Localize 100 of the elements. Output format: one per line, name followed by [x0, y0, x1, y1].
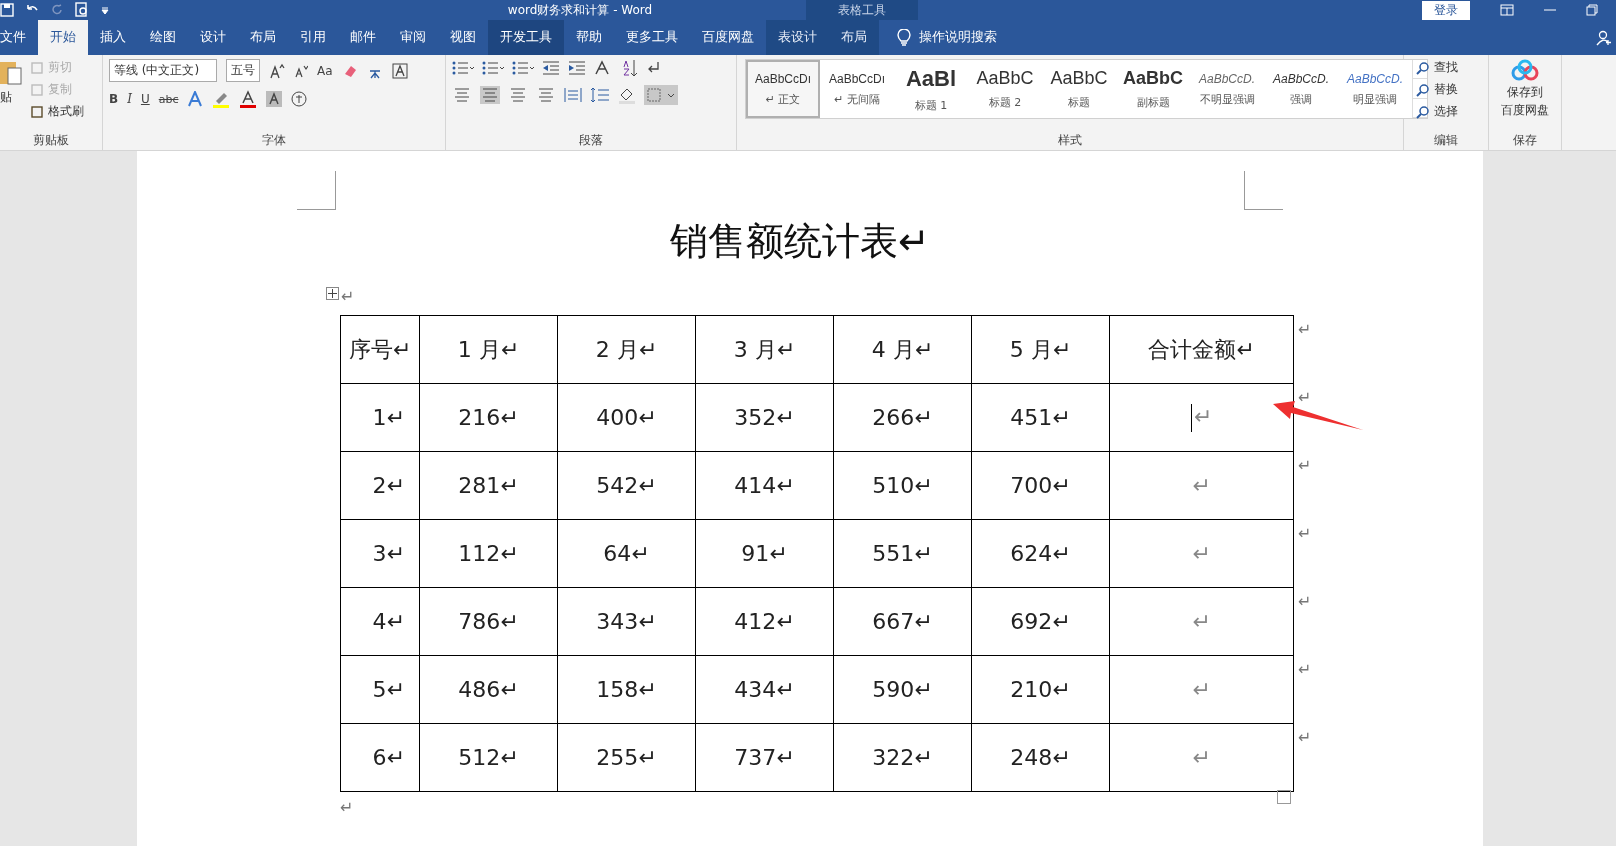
- char-shading-icon[interactable]: [266, 91, 283, 107]
- restore-icon[interactable]: [1586, 4, 1598, 16]
- ribbon-tab[interactable]: 表设计: [766, 20, 829, 55]
- list-icon[interactable]: [482, 60, 504, 76]
- editing-button[interactable]: 替换: [1434, 81, 1458, 98]
- table-cell: 112↵: [419, 519, 558, 588]
- editing-button[interactable]: 选择: [1434, 103, 1458, 120]
- font-color-icon[interactable]: [239, 90, 258, 108]
- paste-button[interactable]: 贴: [0, 89, 12, 106]
- table-cell: 667↵: [833, 587, 972, 656]
- table-cell: 451↵: [971, 383, 1110, 452]
- table-cell: 352↵: [695, 383, 834, 452]
- highlighter-icon[interactable]: [212, 90, 231, 108]
- format-button[interactable]: B: [109, 92, 119, 106]
- save-to-cloud-label[interactable]: 百度网盘: [1501, 102, 1549, 119]
- ribbon-tab[interactable]: 布局: [829, 20, 879, 55]
- grow-font-icon[interactable]: [269, 62, 285, 79]
- lightbulb-icon[interactable]: [897, 28, 911, 47]
- table-cell: 64↵: [557, 519, 696, 588]
- sort-icon[interactable]: [622, 59, 638, 77]
- char-border-icon[interactable]: [391, 62, 408, 79]
- table-cell: ↵: [1109, 587, 1294, 656]
- editing-button[interactable]: 查找: [1434, 59, 1458, 76]
- style-preview: AaBbCcDı: [829, 71, 885, 86]
- table-resize-handle[interactable]: [1277, 790, 1291, 804]
- style-item[interactable]: AaBl 标题 1: [894, 60, 968, 118]
- format-button[interactable]: abc: [158, 92, 179, 106]
- style-item[interactable]: AaBbCcDı ↵ 无间隔: [820, 60, 894, 118]
- style-item[interactable]: AaBbC 副标题: [1116, 60, 1190, 118]
- style-preview: AaBbCcD.: [1273, 71, 1329, 86]
- row-end-mark: ↵: [1298, 591, 1312, 611]
- style-item[interactable]: AaBbC 标题 2: [968, 60, 1042, 118]
- list-icon[interactable]: [512, 60, 534, 76]
- table-cell: 2↵: [340, 451, 420, 520]
- format-button[interactable]: U: [140, 92, 150, 106]
- style-preview: AaBbCcD.: [1347, 71, 1403, 86]
- clipboard-action-icon: [30, 82, 44, 97]
- clipboard-action-icon: [30, 104, 44, 119]
- table-cell: 692↵: [971, 587, 1110, 656]
- table-cell: 281↵: [419, 451, 558, 520]
- customize-icon[interactable]: [100, 5, 110, 15]
- row-end-mark: ↵: [1298, 727, 1312, 747]
- print-preview-icon[interactable]: [74, 2, 90, 18]
- table-move-handle-icon[interactable]: [326, 287, 339, 300]
- clipboard-action[interactable]: 格式刷: [48, 103, 84, 120]
- table-cell: 255↵: [557, 723, 696, 792]
- share-icon[interactable]: [1596, 29, 1612, 46]
- save-icon[interactable]: [0, 3, 14, 17]
- decrease-indent-icon[interactable]: [542, 61, 560, 75]
- cloud-icon[interactable]: [1510, 59, 1540, 83]
- change-case-button[interactable]: Aa: [317, 63, 333, 78]
- gallery-scrollbar[interactable]: [1412, 60, 1427, 118]
- format-button[interactable]: I: [127, 92, 132, 106]
- style-item[interactable]: AaBbCcD. 明显强调: [1338, 60, 1412, 118]
- header-cell: 1 月↵: [419, 315, 558, 384]
- group-label: 剪贴板: [33, 133, 69, 147]
- tell-me-search[interactable]: 操作说明搜索: [919, 29, 997, 46]
- context-label: 表格工具: [838, 1, 886, 19]
- style-name: 标题 1: [914, 97, 948, 113]
- shading-icon[interactable]: [618, 86, 636, 104]
- header-cell: 2 月↵: [557, 315, 696, 384]
- row-end-mark: ↵: [1298, 523, 1312, 543]
- style-name: 明显强调: [1353, 91, 1397, 107]
- style-name: 不明显强调: [1199, 91, 1255, 107]
- style-item[interactable]: AaBbCcDı ↵ 正文: [746, 60, 820, 118]
- login-button[interactable]: 登录: [1422, 0, 1470, 20]
- save-to-cloud-label[interactable]: 保存到: [1507, 84, 1543, 101]
- style-preview: AaBbC: [1050, 68, 1108, 89]
- group-label: 字体: [262, 133, 286, 147]
- group-label: 段落: [579, 133, 603, 147]
- table-cell: 216↵: [419, 383, 558, 452]
- style-name: ↵ 无间隔: [834, 91, 880, 107]
- table-cell: 590↵: [833, 655, 972, 724]
- list-icon[interactable]: [452, 60, 474, 76]
- paragraph-mark: ↵: [341, 287, 355, 306]
- line-spacing-icon[interactable]: [590, 87, 610, 103]
- table-cell: 786↵: [419, 587, 558, 656]
- style-preview: AaBbC: [976, 68, 1034, 89]
- increase-indent-icon[interactable]: [568, 61, 586, 75]
- style-name: 副标题: [1136, 95, 1170, 110]
- font-name-field[interactable]: 等线 (中文正文): [109, 59, 217, 82]
- text-effects-icon[interactable]: [187, 91, 204, 107]
- header-cell: 3 月↵: [695, 315, 834, 384]
- table-cell: 1↵: [340, 383, 420, 452]
- ribbon-tab[interactable]: 开发工具: [488, 20, 564, 55]
- style-name: 强调: [1290, 91, 1312, 107]
- paragraph-mark: ↵: [340, 798, 354, 817]
- table-cell: 4↵: [340, 587, 420, 656]
- style-item[interactable]: AaBbCcD. 不明显强调: [1190, 60, 1264, 118]
- style-item[interactable]: AaBbCcD. 强调: [1264, 60, 1338, 118]
- ribbon-tab[interactable]: 开始: [38, 20, 88, 55]
- ribbon-display-icon[interactable]: [1500, 4, 1514, 16]
- group-label: 样式: [1058, 133, 1082, 147]
- enclose-char-icon[interactable]: [291, 91, 308, 107]
- row-end-mark: ↵: [1298, 387, 1312, 407]
- style-item[interactable]: AaBbC 标题: [1042, 60, 1116, 118]
- table-cell: 486↵: [419, 655, 558, 724]
- shrink-font-icon[interactable]: [294, 63, 308, 78]
- font-size-field[interactable]: 五号: [226, 59, 260, 82]
- table-cell: 512↵: [419, 723, 558, 792]
